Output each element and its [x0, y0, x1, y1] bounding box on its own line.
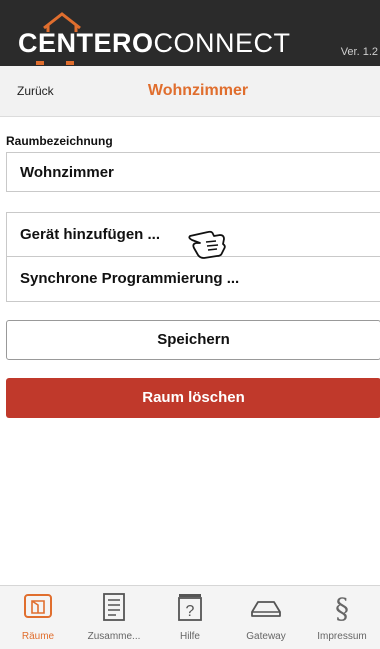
- tab-help[interactable]: ? Hilfe: [152, 586, 228, 649]
- tab-gateway[interactable]: Gateway: [228, 586, 304, 649]
- logo-light: CONNECT: [153, 28, 291, 58]
- delete-room-button[interactable]: Raum löschen: [6, 378, 380, 418]
- tab-imprint[interactable]: § Impressum: [304, 586, 380, 649]
- app-header: CENTEROCONNECT Ver. 1.2: [0, 0, 380, 66]
- tab-summary[interactable]: Zusamme...: [76, 586, 152, 649]
- page-title: Wohnzimmer: [147, 82, 249, 99]
- sync-programming-item[interactable]: Synchrone Programmierung ...: [7, 257, 380, 301]
- app-logo: CENTEROCONNECT: [18, 10, 290, 65]
- room-name-field[interactable]: Wohnzimmer: [6, 152, 380, 192]
- tab-imprint-label: Impressum: [317, 631, 367, 642]
- tab-bar: Räume Zusamme... ? Hilfe Gateway § Impre…: [0, 585, 380, 649]
- room-name-label: Raumbezeichnung: [6, 134, 113, 148]
- tab-rooms-label: Räume: [21, 631, 55, 642]
- logo-wordmark: CENTEROCONNECT: [18, 28, 291, 59]
- tab-summary-label: Zusamme...: [87, 631, 141, 642]
- logo-bold: CENTERO: [18, 28, 154, 58]
- logo-underline: [36, 61, 74, 65]
- tab-help-label: Hilfe: [179, 631, 200, 642]
- paragraph-icon: §: [335, 592, 349, 622]
- nav-bar: Zurück Wohnzimmer: [0, 66, 380, 117]
- help-icon: ?: [178, 594, 202, 621]
- save-button[interactable]: Speichern: [6, 320, 380, 360]
- tab-gateway-label: Gateway: [246, 631, 286, 642]
- version-label: Ver. 1.2: [340, 46, 378, 58]
- svg-text:?: ?: [186, 603, 195, 620]
- hand-pointer-icon: [188, 230, 226, 259]
- svg-text:§: §: [335, 592, 349, 622]
- tab-rooms[interactable]: Räume: [0, 586, 76, 649]
- gateway-icon: [251, 601, 281, 617]
- document-icon: [103, 593, 125, 621]
- rooms-icon: [24, 594, 52, 618]
